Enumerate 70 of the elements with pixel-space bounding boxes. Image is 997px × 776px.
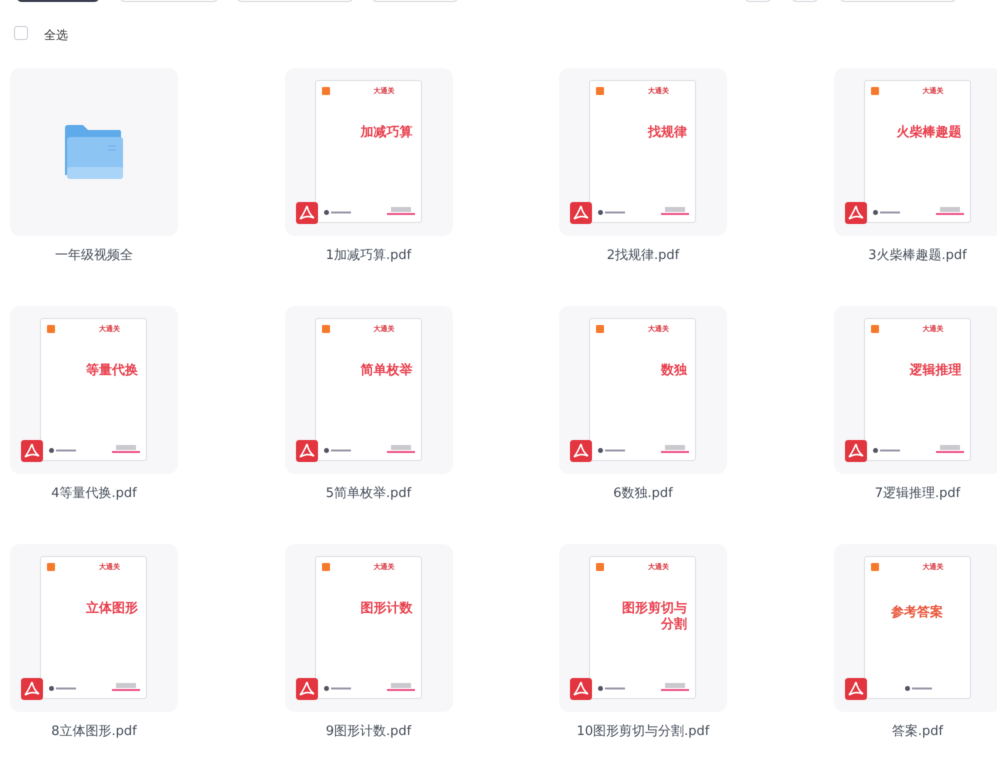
pdf-icon	[844, 440, 866, 462]
qr-code-drawing	[386, 207, 414, 215]
cover-title: 参考答案	[890, 605, 944, 622]
pdf-icon	[21, 440, 43, 462]
file-tile[interactable]	[10, 68, 178, 236]
publisher-logo	[324, 686, 350, 691]
file-name[interactable]: 6数独.pdf	[559, 484, 727, 504]
qr-code-drawing	[112, 683, 140, 691]
cover-title: 加减巧算	[360, 125, 412, 142]
qr-code-drawing	[386, 445, 414, 453]
pdf-icon	[570, 202, 592, 224]
qr-code-drawing	[112, 445, 140, 453]
file-name[interactable]: 8立体图形.pdf	[10, 722, 178, 742]
logo-icon	[47, 325, 55, 333]
cover-title: 数独	[661, 363, 687, 380]
logo-icon	[870, 325, 878, 333]
file-name[interactable]: 答案.pdf	[834, 722, 997, 742]
publisher-logo	[598, 210, 625, 215]
logo-icon	[870, 87, 878, 95]
file-name[interactable]: 1加减巧算.pdf	[284, 246, 452, 266]
pdf-icon	[570, 678, 592, 700]
pdf-icon	[21, 678, 43, 700]
file-name[interactable]: 7逻辑推理.pdf	[834, 484, 997, 504]
cover-title: 图形计数	[360, 601, 412, 618]
qr-code-drawing	[386, 683, 414, 691]
publisher-logo	[872, 210, 900, 215]
publisher-logo	[324, 210, 350, 215]
cover-title: 图形剪切与分割	[621, 601, 687, 634]
publisher-logo	[49, 448, 76, 453]
file-name[interactable]: 4等量代换.pdf	[10, 484, 178, 504]
pdf-icon	[844, 678, 866, 700]
file-name[interactable]: 一年级视频全	[10, 246, 178, 266]
file-name[interactable]: 2找规律.pdf	[559, 246, 727, 266]
cover-title: 逻辑推理	[910, 363, 962, 380]
qr-code-drawing	[661, 207, 689, 215]
cover-title: 立体图形	[86, 601, 138, 618]
qr-code-drawing	[661, 445, 689, 453]
file-name[interactable]: 5简单枚举.pdf	[284, 484, 452, 504]
qr-code-drawing	[936, 445, 964, 453]
logo-icon	[596, 325, 604, 333]
logo-icon	[322, 87, 330, 95]
logo-icon	[870, 563, 878, 571]
logo-icon	[47, 563, 55, 571]
publisher-logo	[598, 448, 625, 453]
file-name[interactable]: 10图形剪切与分割.pdf	[559, 722, 727, 742]
pdf-icon	[296, 678, 318, 700]
pdf-icon	[844, 202, 866, 224]
qr-code-drawing	[936, 207, 964, 215]
logo-icon	[322, 563, 330, 571]
select-all-checkbox[interactable]	[14, 26, 28, 40]
publisher-logo	[904, 686, 932, 691]
publisher-logo	[324, 448, 350, 453]
file-name[interactable]: 9图形计数.pdf	[284, 722, 452, 742]
logo-icon	[596, 87, 604, 95]
pdf-icon	[296, 202, 318, 224]
qr-code-drawing	[661, 683, 689, 691]
logo-icon	[596, 563, 604, 571]
folder-icon	[65, 125, 123, 179]
pdf-icon	[296, 440, 318, 462]
publisher-logo	[49, 686, 76, 691]
publisher-logo	[872, 448, 900, 453]
cover-title: 简单枚举	[360, 363, 412, 380]
publisher-logo	[598, 686, 625, 691]
logo-icon	[322, 325, 330, 333]
pdf-icon	[570, 440, 592, 462]
cover-title: 找规律	[648, 125, 687, 142]
cover-title: 火柴棒趣题	[896, 125, 962, 142]
select-all-label[interactable]: 全选	[44, 26, 68, 44]
cover-title: 等量代换	[86, 363, 138, 380]
file-name[interactable]: 3火柴棒趣题.pdf	[834, 246, 997, 266]
